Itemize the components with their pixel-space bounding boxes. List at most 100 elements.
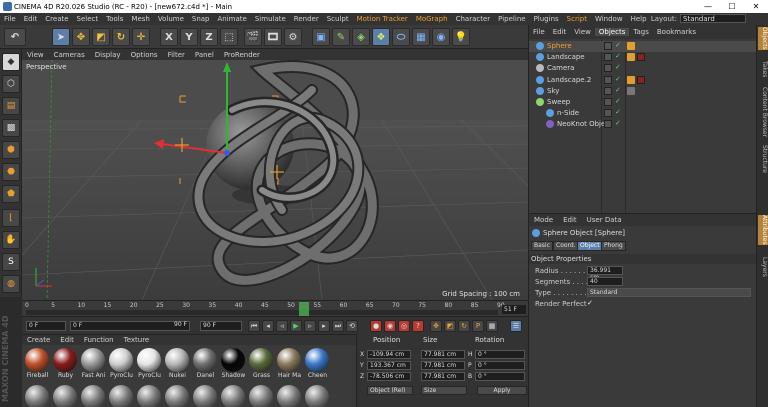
rotation-p-field[interactable]: 0 ° [475,361,525,370]
object-row[interactable]: Sphere ✓ [529,41,757,52]
z-axis-button[interactable]: Z [200,28,218,46]
make-editable-icon[interactable]: ◆ [2,53,20,71]
obj-menu-edit[interactable]: Edit [549,28,571,36]
loop-icon[interactable]: ⟲ [346,320,358,332]
enabled-check-icon[interactable]: ✓ [615,119,621,127]
tab-coord[interactable]: Coord. [553,241,579,251]
menu-motion-tracker[interactable]: Motion Tracker [353,15,412,23]
attr-menu-mode[interactable]: Mode [529,216,558,224]
minimize-button[interactable]: — [696,0,720,13]
material-swatch[interactable]: Cheen [304,348,331,379]
render-perfect-checkbox[interactable]: ✓ [587,299,593,307]
menu-pipeline[interactable]: Pipeline [494,15,529,23]
object-row[interactable]: Sweep ✓ [529,97,757,108]
visibility-toggle[interactable] [604,75,612,84]
material-tag-icon[interactable] [637,53,645,62]
viewport-menu-options[interactable]: Options [126,51,163,59]
render-view-icon[interactable]: 🎬 [244,28,262,46]
timeline[interactable]: 0 5 10 15 20 25 30 35 40 45 50 55 60 65 70 75 80 85 90 51 … [22,300,528,316]
menu-character[interactable]: Character [452,15,495,23]
tab-object[interactable]: Object [577,241,603,251]
snap-icon[interactable]: S [2,253,20,271]
viewport-menu-prorender[interactable]: ProRender [219,51,265,59]
menu-animate[interactable]: Animate [214,15,251,23]
material-swatch[interactable]: PyroClu [108,348,135,379]
visibility-toggle[interactable] [604,53,612,62]
material-menu-edit[interactable]: Edit [55,336,79,344]
viewport-menu-filter[interactable]: Filter [163,51,190,59]
timeline-track[interactable] [26,310,498,315]
recent-tool-icon[interactable]: ✛ [132,28,150,46]
workplane-mode-icon[interactable]: ▩ [2,119,20,137]
record-scale-icon[interactable]: ◩ [444,320,456,332]
subdivision-icon[interactable]: ◈ [352,28,370,46]
material-swatch[interactable] [108,385,135,407]
material-swatch[interactable]: Shadow [220,348,247,379]
vtab-content-browser[interactable]: Content Browser [758,87,768,137]
visibility-toggle[interactable] [604,64,612,73]
maximize-button[interactable]: ☐ [720,0,744,13]
material-menu-function[interactable]: Function [79,336,119,344]
material-swatch[interactable]: Nukei [164,348,191,379]
visibility-toggle[interactable] [604,120,612,129]
play-icon[interactable]: ▶ [290,320,302,332]
menu-simulate[interactable]: Simulate [251,15,290,23]
visibility-toggle[interactable] [604,86,612,95]
phong-tag-icon[interactable] [627,42,635,50]
camera-icon[interactable]: ◉ [432,28,450,46]
vtab-structure[interactable]: Structure [758,145,768,173]
material-swatch[interactable]: Fireball [24,348,51,379]
current-frame-field[interactable]: 51 F [502,305,526,314]
prev-key-icon[interactable]: ◂ [262,320,274,332]
visibility-toggle[interactable] [604,109,612,118]
menu-snap[interactable]: Snap [188,15,214,23]
material-swatch[interactable] [136,385,163,407]
material-menu-create[interactable]: Create [22,336,55,344]
enabled-check-icon[interactable]: ✓ [615,75,621,83]
layout-dropdown[interactable]: Standard [680,14,746,23]
end-frame-field[interactable]: 90 F [200,321,242,331]
menu-select[interactable]: Select [73,15,103,23]
vtab-layers[interactable]: Layers [758,257,768,277]
record-pla-icon[interactable]: ▦ [486,320,498,332]
next-key-icon[interactable]: ▸ [318,320,330,332]
start-frame-field[interactable]: 0 F [26,321,66,331]
type-dropdown[interactable]: Standard [587,288,751,297]
environment-icon[interactable]: ⬭ [392,28,410,46]
material-swatch[interactable] [220,385,247,407]
render-picture-viewer-icon[interactable]: 🎞 [264,28,282,46]
prev-frame-icon[interactable]: ◃ [276,320,288,332]
size-y-field[interactable]: 77.981 cm [421,361,465,370]
record-keys-icon[interactable]: ● [370,320,382,332]
viewport-menu-panel[interactable]: Panel [190,51,219,59]
menu-create[interactable]: Create [41,15,72,23]
light-icon[interactable]: 💡 [452,28,470,46]
material-swatch[interactable] [248,385,275,407]
record-rotation-icon[interactable]: ↻ [458,320,470,332]
coordinate-system-icon[interactable]: ⬚ [220,28,238,46]
material-swatch[interactable]: Grass [248,348,275,379]
visibility-toggle[interactable] [604,42,612,50]
material-swatch[interactable] [80,385,107,407]
material-swatch[interactable]: Fast Ani [80,348,107,379]
object-row[interactable]: Landscape.2 ✓ [529,75,757,86]
material-swatch[interactable] [276,385,303,407]
locked-workplane-icon[interactable]: ◍ [2,275,20,293]
deformer-icon[interactable]: ❖ [372,28,390,46]
visibility-toggle[interactable] [604,98,612,106]
position-y-field[interactable]: 193.367 cm [367,361,411,370]
menu-volume[interactable]: Volume [154,15,188,23]
menu-tools[interactable]: Tools [102,15,127,23]
apply-button[interactable]: Apply [477,386,527,395]
size-x-field[interactable]: 77.981 cm [421,350,465,359]
render-settings-icon[interactable]: ⚙ [284,28,302,46]
tab-basic[interactable]: Basic [531,241,553,251]
material-swatch[interactable]: PyroClu [136,348,163,379]
material-swatch[interactable] [192,385,219,407]
next-frame-icon[interactable]: ▹ [304,320,316,332]
menu-edit[interactable]: Edit [20,15,42,23]
record-parameter-icon[interactable]: P [472,320,484,332]
enabled-check-icon[interactable]: ✓ [615,108,621,116]
tab-phong[interactable]: Phong [601,241,626,251]
cube-icon[interactable]: ▣ [312,28,330,46]
